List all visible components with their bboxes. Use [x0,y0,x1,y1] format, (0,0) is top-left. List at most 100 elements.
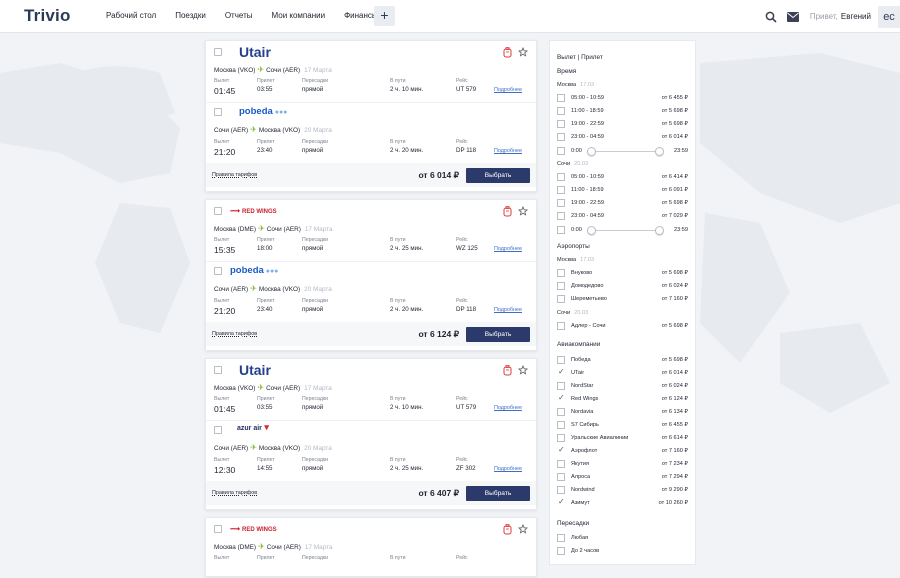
arrive-time: 03:55 [257,86,273,93]
details-link[interactable]: Подробнее [494,87,522,93]
airline-logo-pobeda: pobeda ●●● [239,106,288,117]
segment-checkbox[interactable] [214,108,222,116]
check-icon: ✓ [558,367,565,376]
transfers-value: прямой [302,147,324,154]
route: Москва (DME) ✈ Сочи (AER) 17 Марта [214,224,333,233]
filter-time-title: Время [557,68,577,75]
depart-time: 21:20 [214,306,236,316]
segment-checkbox[interactable] [214,366,222,374]
flight-number: DP 118 [456,147,477,154]
select-button[interactable]: Выбрать [466,168,530,183]
flight-number: WZ 125 [456,245,478,252]
add-button[interactable]: + [374,6,395,26]
plane-icon: ✈ [258,224,265,233]
segment-checkbox[interactable] [214,525,222,533]
user-name[interactable]: Евгений [841,12,871,21]
segment-checkbox[interactable] [214,267,222,275]
flight-segment: azur air ▾ Сочи (AER) ✈ Москва (VKO) 20 Мар… [206,420,536,482]
flight-card: Utair Москва (VKO) ✈ Сочи (AER) 17 Марта Вы… [205,40,537,192]
transfers-value: прямой [302,404,324,411]
nav-item-finance[interactable]: Финансы [344,11,378,20]
price: от 6 124 ₽ [418,329,459,339]
check-icon: ✓ [558,445,565,454]
segment-checkbox[interactable] [214,48,222,56]
nav-item-reports[interactable]: Отчеты [225,11,253,20]
airline-logo-utair: Utair [239,44,271,60]
duration-value: 2 ч. 25 мин. [390,245,424,252]
depart-time: 12:30 [214,465,236,475]
route: Сочи (AER) ✈ Москва (VKO) 20 Марта [214,125,332,134]
check-icon: ✓ [558,393,565,402]
filter-transfers-title: Пересадки [557,520,590,527]
filter-city: Сочи 20.03 [557,161,589,167]
main-nav: Рабочий стол Поездки Отчеты Мои компании… [106,11,397,20]
route: Сочи (AER) ✈ Москва (VKO) 20 Марта [214,284,332,293]
duration-value: 2 ч. 20 мин. [390,306,424,313]
flight-card: ⟿ RED WINGS Москва (DME) ✈ Сочи (AER) 17 Ма… [205,199,537,351]
slider-handle-min[interactable] [587,226,596,235]
slider-handle-max[interactable] [655,147,664,156]
airline-logo-redwings: ⟿ RED WINGS [230,208,277,215]
tariff-rules-link[interactable]: Правила тарифов [212,331,257,337]
flight-number: DP 118 [456,306,477,313]
filter-direction-toggle[interactable]: Вылет | Прилет [557,54,603,61]
mail-icon[interactable] [786,11,799,22]
flight-segment: ⟿ RED WINGS Москва (DME) ✈ Сочи (AER) 17 Ма… [214,525,468,561]
select-button[interactable]: Выбрать [466,327,530,342]
slider-handle-min[interactable] [587,147,596,156]
filter-city: Сочи 20.03 [557,310,589,316]
app-logo[interactable]: Trivio [24,6,71,26]
nav-item-desktop[interactable]: Рабочий стол [106,11,156,20]
details-link[interactable]: Подробнее [494,307,522,313]
arrive-time: 14:55 [257,465,273,472]
nav-item-companies[interactable]: Мои компании [271,11,325,20]
duration-value: 2 ч. 10 мин. [390,404,424,411]
flight-number: UT 579 [456,404,477,411]
tariff-rules-link[interactable]: Правила тарифов [212,490,257,496]
route: Сочи (AER) ✈ Москва (VKO) 20 Марта [214,443,332,452]
select-button[interactable]: Выбрать [466,486,530,501]
filter-city: Москва 17.03 [557,82,595,88]
flight-card: Utair Москва (VKO) ✈ Сочи (AER) 17 Марта Вы… [205,358,537,510]
plane-icon: ✈ [250,125,257,134]
flight-number: UT 579 [456,86,477,93]
airline-logo-azurair: azur air ▾ [237,422,269,432]
flight-segment: Utair Москва (VKO) ✈ Сочи (AER) 17 Марта Вы… [214,362,522,414]
depart-time: 21:20 [214,147,236,157]
card-footer: Правила тарифов от 6 407 ₽ Выбрать [206,481,536,505]
arrive-time: 23:40 [257,306,273,313]
plane-icon: ✈ [250,284,257,293]
details-link[interactable]: Подробнее [494,246,522,252]
avatar[interactable]: ec [878,5,900,28]
top-bar: Trivio Рабочий стол Поездки Отчеты Мои к… [0,0,900,33]
plane-icon: ✈ [250,443,257,452]
transfers-value: прямой [302,465,324,472]
filter-sidebar: Вылет | Прилет Время Москва 17.03 05:00 -… [549,40,696,565]
search-icon[interactable] [765,11,777,23]
filter-airlines-title: Авиакомпании [557,341,601,348]
check-icon: ✓ [558,497,565,506]
time-range-slider[interactable]: 0:00 23:59 [557,147,688,157]
tariff-rules-link[interactable]: Правила тарифов [212,172,257,178]
details-link[interactable]: Подробнее [494,405,522,411]
details-link[interactable]: Подробнее [494,148,522,154]
flight-segment: pobeda ●●● Сочи (AER) ✈ Москва (VKO) 20 Мар… [206,261,536,323]
slider-handle-max[interactable] [655,226,664,235]
time-range-slider[interactable]: 0:00 23:59 [557,226,688,236]
details-link[interactable]: Подробнее [494,466,522,472]
plane-icon: ✈ [257,65,265,74]
price: от 6 407 ₽ [418,488,459,498]
segment-checkbox[interactable] [214,426,222,434]
arrive-time: 18:00 [257,245,273,252]
depart-time: 01:45 [214,86,236,96]
greeting-text: Привет, [809,12,838,21]
segment-checkbox[interactable] [214,207,222,215]
flight-segment: ⟿ RED WINGS Москва (DME) ✈ Сочи (AER) 17 Ма… [214,207,522,255]
card-footer: Правила тарифов от 6 014 ₽ Выбрать [206,163,536,187]
duration-value: 2 ч. 10 мин. [390,86,424,93]
nav-item-trips[interactable]: Поездки [175,11,206,20]
flight-card: ⟿ RED WINGS Москва (DME) ✈ Сочи (AER) 17 Ма… [205,517,537,577]
route: Москва (DME) ✈ Сочи (AER) 17 Марта [214,542,333,551]
plane-icon: ✈ [258,542,265,551]
filter-airports-title: Аэропорты [557,243,590,250]
